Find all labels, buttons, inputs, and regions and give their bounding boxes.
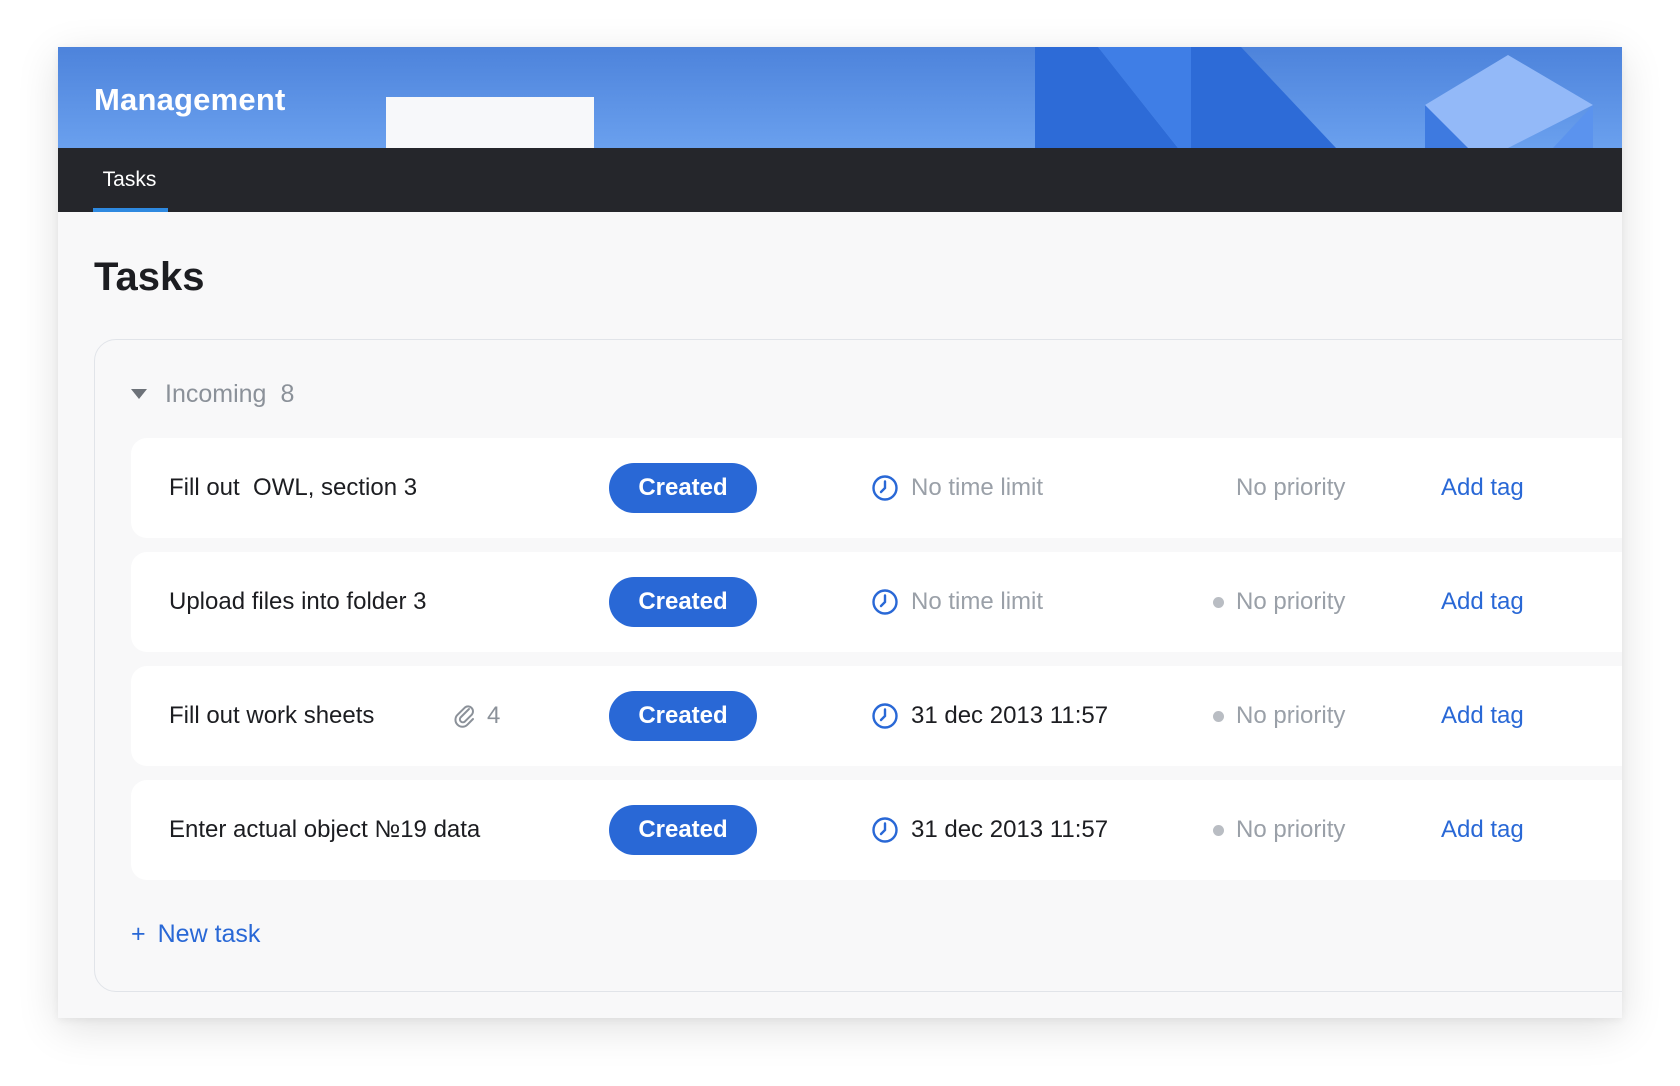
status-button[interactable]: Created <box>609 577 757 627</box>
task-title[interactable]: Enter actual object №19 data <box>169 780 480 880</box>
task-row[interactable]: Fill out work sheets 4 Created 31 dec 20… <box>131 666 1622 766</box>
page-title: Tasks <box>94 255 205 299</box>
attachment-count: 4 <box>487 702 501 729</box>
clock-icon <box>872 589 898 615</box>
clock-icon <box>872 817 898 843</box>
priority-text: No priority <box>1236 816 1346 843</box>
priority-text: No priority <box>1236 588 1346 615</box>
status-button[interactable]: Created <box>609 463 757 513</box>
paperclip-icon <box>454 705 474 728</box>
priority[interactable]: No priority <box>1213 438 1345 538</box>
deadline-text: No time limit <box>911 588 1044 615</box>
dot-icon <box>1213 596 1224 608</box>
deadline-text: 31 dec 2013 11:57 <box>911 816 1109 843</box>
priority-text: No priority <box>1236 702 1346 729</box>
nav-bar: Tasks <box>58 148 1622 212</box>
add-tag-link[interactable]: Add tag <box>1441 666 1524 766</box>
deadline-text: 31 dec 2013 11:57 <box>911 702 1109 729</box>
plus-icon: + <box>131 919 146 948</box>
tab-tasks[interactable]: Tasks <box>93 148 168 212</box>
header-decoration <box>1035 47 1593 148</box>
status-button[interactable]: Created <box>609 691 757 741</box>
task-row[interactable]: Upload files into folder 3 Created No ti… <box>131 552 1622 652</box>
new-task-label: New task <box>157 919 261 948</box>
task-row[interactable]: Enter actual object №19 data Created 31 … <box>131 780 1622 880</box>
deadline[interactable]: No time limit <box>871 438 1043 538</box>
task-title[interactable]: Fill out OWL, section 3 <box>169 438 417 538</box>
app-window: Management Tasks Tasks Incoming 8 Fill o… <box>58 47 1622 1018</box>
add-tag-link[interactable]: Add tag <box>1441 552 1524 652</box>
priority[interactable]: No priority <box>1213 552 1345 652</box>
active-tab-indicator <box>93 208 168 212</box>
app-title: Management <box>94 82 286 117</box>
tab-tasks-label: Tasks <box>102 168 157 191</box>
dot-icon <box>1213 710 1224 722</box>
group-toggle[interactable]: Incoming 8 <box>131 376 294 412</box>
priority-text: No priority <box>1236 474 1346 501</box>
app-header: Management <box>58 47 1622 148</box>
clock-icon <box>872 703 898 729</box>
priority[interactable]: No priority <box>1213 666 1345 766</box>
status-button[interactable]: Created <box>609 805 757 855</box>
group-name: Incoming <box>165 379 267 408</box>
header-search-field[interactable] <box>386 97 594 148</box>
add-tag-link[interactable]: Add tag <box>1441 438 1524 538</box>
caret-down-icon <box>131 389 147 399</box>
deadline[interactable]: 31 dec 2013 11:57 <box>871 780 1108 880</box>
deadline[interactable]: No time limit <box>871 552 1043 652</box>
task-title[interactable]: Fill out work sheets <box>169 666 374 766</box>
attachments[interactable]: 4 <box>453 666 500 766</box>
new-task-button[interactable]: + New task <box>131 916 260 952</box>
priority[interactable]: No priority <box>1213 780 1345 880</box>
dot-icon <box>1213 824 1224 836</box>
group-count: 8 <box>280 379 295 408</box>
deadline[interactable]: 31 dec 2013 11:57 <box>871 666 1108 766</box>
task-title[interactable]: Upload files into folder 3 <box>169 552 426 652</box>
deadline-text: No time limit <box>911 474 1044 501</box>
add-tag-link[interactable]: Add tag <box>1441 780 1524 880</box>
task-group-incoming: Incoming 8 Fill out OWL, section 3 Creat… <box>94 339 1622 992</box>
task-row[interactable]: Fill out OWL, section 3 Created No time … <box>131 438 1622 538</box>
clock-icon <box>872 475 898 501</box>
